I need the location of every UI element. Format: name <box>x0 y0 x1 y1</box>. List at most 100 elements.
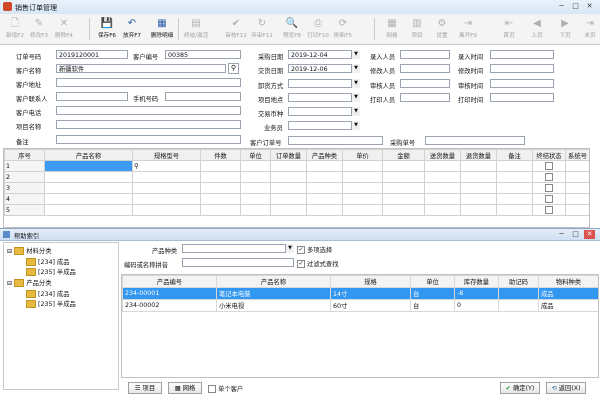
checkbox-checked-icon[interactable]: ✓ <box>297 246 305 254</box>
column-header[interactable]: 产品编号 <box>122 275 217 288</box>
table-cell[interactable] <box>460 204 497 216</box>
table-cell[interactable] <box>565 193 589 205</box>
table-cell[interactable] <box>532 171 566 183</box>
column-header[interactable]: 产品名称 <box>44 149 133 161</box>
toolbar-button[interactable]: ↻ 弃审F11 <box>250 16 274 42</box>
column-header[interactable]: 单价 <box>342 149 383 161</box>
tree-node-product[interactable]: ⊟ 产品分类 <box>7 278 51 287</box>
table-cell[interactable] <box>532 160 566 172</box>
column-header[interactable]: 备注 <box>496 149 533 161</box>
column-header[interactable]: 金额 <box>382 149 425 161</box>
table-cell[interactable] <box>306 182 343 194</box>
column-header[interactable]: 序号 <box>4 149 45 161</box>
table-cell[interactable] <box>200 160 241 172</box>
table-cell[interactable] <box>270 171 307 183</box>
table-cell[interactable] <box>532 204 566 216</box>
table-cell[interactable] <box>496 193 533 205</box>
minimize-icon[interactable]: ─ <box>556 230 567 239</box>
table-cell[interactable] <box>342 193 383 205</box>
table-cell[interactable] <box>496 204 533 216</box>
toolbar-button[interactable]: ◀ 上页 <box>525 16 549 42</box>
toolbar-button[interactable]: ↶ 放弃F7 <box>120 16 144 42</box>
terminate-checkbox[interactable] <box>545 173 553 181</box>
toolbar-button[interactable]: ⇤ 首页 <box>497 16 521 42</box>
table-cell[interactable] <box>424 204 461 216</box>
toolbar-button[interactable]: 🗋 新增F2 <box>3 16 27 42</box>
terminate-checkbox[interactable] <box>545 195 553 203</box>
table-cell[interactable] <box>240 171 271 183</box>
table-cell[interactable] <box>565 160 589 172</box>
table-cell[interactable] <box>496 160 533 172</box>
chevron-down-icon[interactable]: ▼ <box>351 93 360 102</box>
table-cell[interactable] <box>382 204 425 216</box>
toolbar-button[interactable]: ▶ 下页 <box>553 16 577 42</box>
table-cell[interactable] <box>44 204 133 216</box>
table-cell[interactable] <box>200 182 241 194</box>
ship-method-select[interactable] <box>288 79 360 88</box>
table-cell[interactable] <box>424 182 461 194</box>
table-cell[interactable] <box>44 160 133 172</box>
terminate-checkbox[interactable] <box>545 162 553 170</box>
table-cell[interactable] <box>342 204 383 216</box>
table-cell[interactable] <box>44 193 133 205</box>
project-site-select[interactable] <box>288 93 360 102</box>
column-header[interactable]: 送货数量 <box>424 149 461 161</box>
table-cell[interactable] <box>306 160 343 172</box>
table-cell[interactable] <box>532 182 566 194</box>
table-cell[interactable] <box>240 193 271 205</box>
back-button[interactable]: ⟲ 返回(X) <box>546 382 586 394</box>
code-or-pinyin-input[interactable] <box>182 258 294 267</box>
table-row[interactable]: 5 <box>4 204 589 216</box>
table-cell[interactable] <box>240 182 271 194</box>
column-header[interactable]: 产品种类 <box>306 149 343 161</box>
column-header[interactable]: 件数 <box>200 149 241 161</box>
table-row[interactable]: 234-00002 小米电视 60寸台 0 成品 <box>122 299 598 312</box>
table-cell[interactable] <box>532 193 566 205</box>
table-cell[interactable] <box>460 171 497 183</box>
column-header[interactable]: 助记码 <box>498 275 539 288</box>
column-header[interactable]: 规格 <box>330 275 411 288</box>
table-cell[interactable] <box>306 193 343 205</box>
toolbar-button[interactable]: ✎ 修改F3 <box>27 16 51 42</box>
column-header[interactable]: 单位 <box>240 149 271 161</box>
table-row[interactable]: 2 <box>4 171 589 183</box>
table-cell[interactable] <box>496 171 533 183</box>
chevron-down-icon[interactable]: ▼ <box>285 244 294 253</box>
search-icon[interactable]: ⚲ <box>228 63 239 74</box>
table-cell[interactable] <box>44 171 133 183</box>
table-cell[interactable] <box>200 171 241 183</box>
customer-addr-field[interactable] <box>56 78 241 87</box>
column-header[interactable]: 产品名称 <box>216 275 331 288</box>
customer-code-field[interactable]: 00385 <box>165 50 241 59</box>
tree-node-item[interactable]: [235] 半成品 <box>26 267 76 276</box>
filter-query-checkbox[interactable]: ✓ 过滤式查找 <box>297 259 339 268</box>
chevron-down-icon[interactable]: ▼ <box>351 121 360 130</box>
table-cell[interactable] <box>132 193 201 205</box>
column-header[interactable]: 库存数量 <box>454 275 499 288</box>
table-cell[interactable] <box>382 182 425 194</box>
purchase-no-field[interactable] <box>425 136 525 145</box>
table-cell[interactable] <box>460 193 497 205</box>
delivery-date-field[interactable]: 2019-12-06 <box>288 64 360 73</box>
toolbar-button[interactable]: ▤ 终结/激活 <box>184 16 208 42</box>
customer-phone-field[interactable] <box>56 106 241 115</box>
table-cell[interactable] <box>424 171 461 183</box>
toolbar-button[interactable]: ▥ 项目 <box>405 16 429 42</box>
table-cell[interactable] <box>44 182 133 194</box>
purchase-date-field[interactable]: 2019-12-04 <box>288 50 360 59</box>
table-cell[interactable] <box>460 160 497 172</box>
toolbar-button[interactable]: ⟳ 刷新F5 <box>331 16 355 42</box>
table-cell[interactable] <box>270 160 307 172</box>
tree-node-item[interactable]: [234] 成品 <box>26 289 70 298</box>
table-cell[interactable] <box>460 182 497 194</box>
tree-node-item[interactable]: [235] 半成品 <box>26 299 76 308</box>
table-cell[interactable] <box>132 182 201 194</box>
toolbar-button[interactable]: ✔ 审核F12 <box>224 16 248 42</box>
column-header[interactable]: 规格型号 <box>132 149 201 161</box>
table-cell[interactable] <box>270 182 307 194</box>
column-header[interactable]: 系统号 <box>565 149 589 161</box>
table-cell[interactable] <box>496 182 533 194</box>
table-cell[interactable] <box>270 193 307 205</box>
customer-contact-field[interactable] <box>56 92 128 101</box>
column-header[interactable]: 终结状态 <box>532 149 566 161</box>
